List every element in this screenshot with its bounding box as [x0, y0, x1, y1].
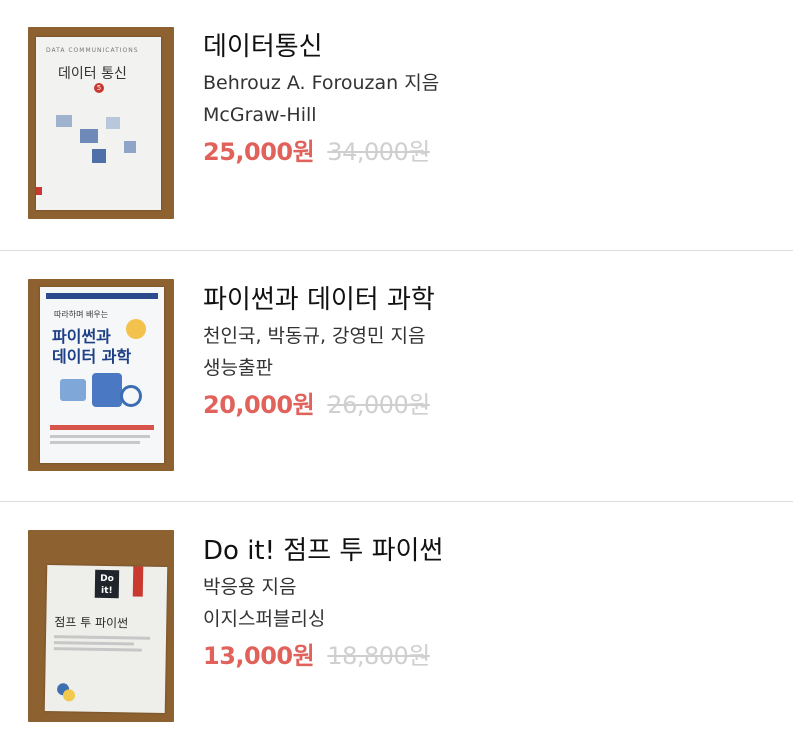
- original-price: 18,800원: [327, 642, 430, 670]
- cover-graphic: [124, 141, 136, 153]
- cover-ribbon: [132, 566, 144, 597]
- book-photo[interactable]: 따라하며 배우는 파이썬과 데이터 과학: [28, 279, 174, 471]
- sale-price: 25,000원: [203, 138, 315, 166]
- cover-subtitle: 따라하며 배우는: [54, 310, 109, 319]
- original-price: 34,000원: [327, 138, 430, 166]
- cover-graphic: [92, 149, 106, 163]
- cover-graphic: [56, 115, 72, 127]
- cover-stripe: [53, 641, 134, 646]
- cover-logo: [36, 187, 42, 195]
- cover-stripe: [50, 441, 140, 444]
- sale-price: 13,000원: [203, 642, 315, 670]
- book-cover: 따라하며 배우는 파이썬과 데이터 과학: [40, 287, 164, 463]
- book-cover: DATA COMMUNICATIONS 데이터 통신 5: [36, 37, 161, 210]
- cover-graphic: [60, 379, 86, 401]
- book-author: 천인국, 박동규, 강영민 지음: [203, 325, 426, 347]
- cover-badge: Do it!: [94, 569, 120, 599]
- cover-stripe: [46, 293, 158, 299]
- cover-title-line2: 데이터 과학: [52, 347, 132, 366]
- book-photo[interactable]: Do it! 점프 투 파이썬: [28, 530, 174, 722]
- cover-sticker: [126, 319, 146, 339]
- cover-stripe: [53, 647, 142, 652]
- cover-top-text: DATA COMMUNICATIONS: [46, 47, 139, 54]
- price-row: 13,000원 18,800원: [203, 636, 443, 671]
- cover-stripe: [50, 425, 154, 430]
- cover-title: 점프 투 파이썬: [54, 615, 129, 631]
- book-photo[interactable]: DATA COMMUNICATIONS 데이터 통신 5: [28, 27, 174, 219]
- list-item[interactable]: 따라하며 배우는 파이썬과 데이터 과학 파이썬과 데이터 과학 천인국, 박동…: [0, 251, 793, 502]
- book-title[interactable]: Do it! 점프 투 파이썬: [203, 534, 443, 568]
- cover-graphic: [80, 129, 98, 143]
- book-publisher: McGraw-Hill: [203, 104, 317, 126]
- cover-graphic: [120, 385, 142, 407]
- book-publisher: 이지스퍼블리싱: [203, 608, 326, 630]
- cover-badge: 5: [94, 83, 104, 93]
- book-author: Behrouz A. Forouzan 지음: [203, 72, 440, 94]
- book-publisher: 생능출판: [203, 357, 273, 379]
- cover-stripe: [54, 635, 151, 640]
- book-title[interactable]: 파이썬과 데이터 과학: [203, 283, 435, 317]
- book-title[interactable]: 데이터통신: [203, 30, 439, 64]
- list-item[interactable]: Do it! 점프 투 파이썬 Do it! 점프 투 파이썬 박응용 지음 이…: [0, 502, 793, 750]
- price-row: 20,000원 26,000원: [203, 385, 435, 420]
- original-price: 26,000원: [327, 391, 430, 419]
- book-author: 박응용 지음: [203, 576, 297, 598]
- book-info: Do it! 점프 투 파이썬 박응용 지음 이지스퍼블리싱 13,000원 1…: [203, 534, 443, 671]
- book-list: DATA COMMUNICATIONS 데이터 통신 5 데이터통신 Behro…: [0, 0, 793, 750]
- price-row: 25,000원 34,000원: [203, 132, 439, 167]
- cover-title: 데이터 통신: [58, 66, 127, 82]
- python-logo-icon: [62, 689, 76, 702]
- cover-graphic: [106, 117, 120, 129]
- book-cover: Do it! 점프 투 파이썬: [44, 564, 168, 714]
- book-info: 파이썬과 데이터 과학 천인국, 박동규, 강영민 지음 생능출판 20,000…: [203, 283, 435, 420]
- list-item[interactable]: DATA COMMUNICATIONS 데이터 통신 5 데이터통신 Behro…: [0, 0, 793, 251]
- cover-stripe: [50, 435, 150, 438]
- sale-price: 20,000원: [203, 391, 315, 419]
- cover-graphic: [92, 373, 122, 407]
- book-info: 데이터통신 Behrouz A. Forouzan 지음 McGraw-Hill…: [203, 30, 439, 167]
